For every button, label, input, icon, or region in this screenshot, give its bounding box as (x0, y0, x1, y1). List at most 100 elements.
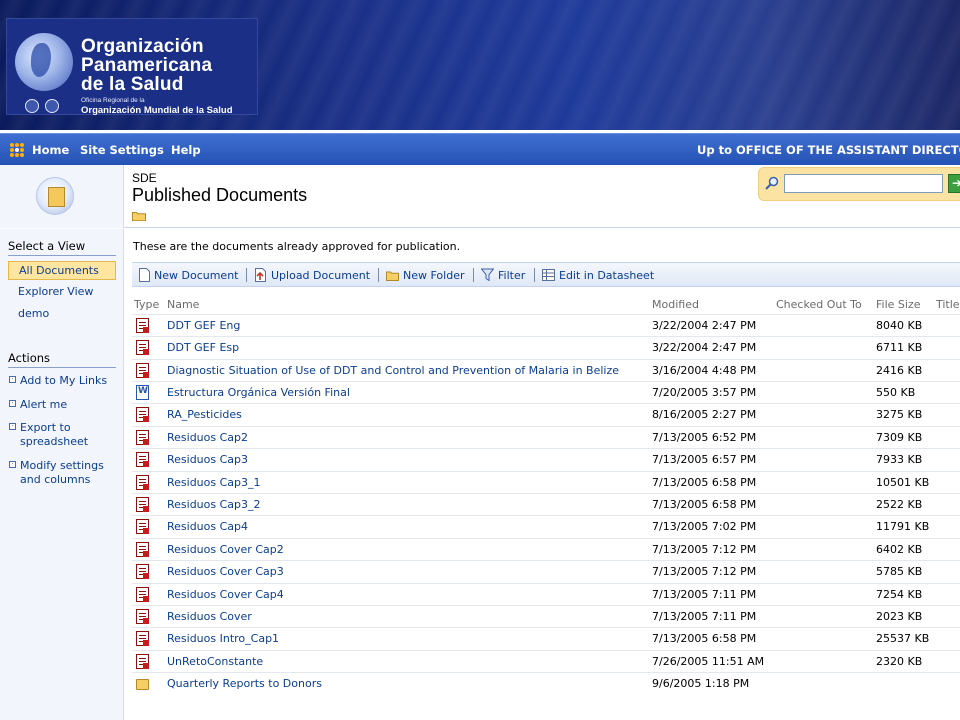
folder-icon[interactable] (136, 679, 149, 690)
view-demo[interactable]: demo (8, 307, 116, 321)
paho-logo[interactable]: Organización Panamericana de la Salud Of… (6, 18, 258, 116)
document-link[interactable]: Diagnostic Situation of Use of DDT and C… (167, 364, 619, 377)
modified-date: 8/16/2005 2:27 PM (652, 408, 757, 421)
divider (8, 255, 116, 256)
upload-document-button[interactable]: Upload Document (271, 269, 370, 282)
table-row: Residuos Cap3 7/13/2005 6:57 PM 7933 KB (132, 448, 960, 470)
modified-date: 9/6/2005 1:18 PM (652, 677, 750, 690)
document-link[interactable]: Residuos Cover Cap2 (167, 543, 284, 556)
actions-heading: Actions (8, 351, 51, 365)
word-document-icon[interactable] (136, 385, 149, 400)
pdf-icon[interactable] (136, 609, 149, 624)
action-label: Modify settings and columns (20, 459, 104, 486)
datasheet-icon (542, 269, 555, 281)
action-bullet-icon: · (9, 400, 16, 407)
logo-text-line1: Organización (81, 36, 204, 57)
modified-date: 7/13/2005 7:02 PM (652, 520, 757, 533)
pdf-icon[interactable] (136, 542, 149, 557)
view-explorer[interactable]: Explorer View (8, 285, 116, 299)
pdf-icon[interactable] (136, 407, 149, 422)
filter-button[interactable]: Filter (498, 269, 525, 282)
upload-icon (255, 268, 266, 282)
site-name[interactable]: SDE (132, 171, 157, 185)
document-link[interactable]: Estructura Orgánica Versión Final (167, 386, 350, 399)
modified-date: 3/16/2004 4:48 PM (652, 364, 757, 377)
pdf-icon[interactable] (136, 497, 149, 512)
document-link[interactable]: Residuos Cap4 (167, 520, 248, 533)
sharepoint-grid-icon (10, 143, 24, 157)
pdf-icon[interactable] (136, 430, 149, 445)
file-size: 2023 KB (876, 610, 923, 623)
column-header-modified[interactable]: Modified (652, 298, 699, 311)
search-input[interactable] (784, 174, 943, 193)
pdf-icon[interactable] (136, 318, 149, 333)
table-row: Quarterly Reports to Donors 9/6/2005 1:18… (132, 672, 960, 694)
document-link[interactable]: Residuos Cap3_2 (167, 498, 261, 511)
pdf-icon[interactable] (136, 452, 149, 467)
file-size: 2522 KB (876, 498, 923, 511)
logo-who-text: Organización Mundial de la Salud (81, 105, 233, 116)
document-link[interactable]: Residuos Cover Cap4 (167, 588, 284, 601)
column-header-checked-out-to[interactable]: Checked Out To (776, 298, 862, 311)
logo-text-line2: Panamericana (81, 55, 213, 76)
document-link[interactable]: Residuos Cover (167, 610, 252, 623)
pdf-icon[interactable] (136, 631, 149, 646)
document-link[interactable]: Residuos Cap3_1 (167, 476, 261, 489)
folder-link[interactable]: Quarterly Reports to Donors (167, 677, 322, 690)
nav-site-settings-link[interactable]: Site Settings (80, 143, 164, 157)
document-link[interactable]: DDT GEF Eng (167, 319, 240, 332)
column-header-type[interactable]: Type (134, 298, 159, 311)
search-panel: ➔ (758, 167, 960, 201)
divider (8, 367, 116, 368)
document-link[interactable]: Residuos Intro_Cap1 (167, 632, 279, 645)
edit-in-datasheet-button[interactable]: Edit in Datasheet (559, 269, 654, 282)
document-link[interactable]: Residuos Cap3 (167, 453, 248, 466)
table-row: DDT GEF Esp 3/22/2004 2:47 PM 6711 KB (132, 336, 960, 358)
pdf-icon[interactable] (136, 587, 149, 602)
folder-icon[interactable] (132, 211, 146, 221)
table-row: Residuos Cover 7/13/2005 7:11 PM 2023 KB (132, 605, 960, 627)
column-header-file-size[interactable]: File Size (876, 298, 920, 311)
table-row: Residuos Cap3_1 7/13/2005 6:58 PM 10501 KB (132, 471, 960, 493)
pdf-icon[interactable] (136, 475, 149, 490)
file-size: 2320 KB (876, 655, 923, 668)
modified-date: 7/13/2005 6:58 PM (652, 498, 757, 511)
filter-icon (481, 268, 494, 282)
new-folder-button[interactable]: New Folder (403, 269, 464, 282)
modified-date: 7/13/2005 6:58 PM (652, 632, 757, 645)
nav-help-link[interactable]: Help (171, 143, 201, 157)
table-row: Residuos Cap4 7/13/2005 7:02 PM 11791 KB (132, 515, 960, 537)
nav-home-link[interactable]: Home (32, 143, 69, 157)
pdf-icon[interactable] (136, 564, 149, 579)
column-header-name[interactable]: Name (167, 298, 199, 311)
search-go-button[interactable]: ➔ (948, 174, 960, 193)
pdf-icon[interactable] (136, 654, 149, 669)
pdf-icon[interactable] (136, 340, 149, 355)
document-link[interactable]: DDT GEF Esp (167, 341, 239, 354)
table-row: Residuos Cap3_2 7/13/2005 6:58 PM 2522 KB (132, 493, 960, 515)
document-link[interactable]: UnRetoConstante (167, 655, 263, 668)
action-modify-settings[interactable]: · Modify settings and columns (8, 459, 120, 487)
column-header-title[interactable]: Title (936, 298, 960, 311)
page-title: Published Documents (132, 185, 308, 205)
modified-date: 7/13/2005 7:12 PM (652, 543, 757, 556)
action-alert-me[interactable]: · Alert me (8, 398, 120, 412)
logo-office-text: Oficina Regional de la (81, 97, 145, 104)
document-link[interactable]: RA_Pesticides (167, 408, 242, 421)
action-export-to-spreadsheet[interactable]: · Export to spreadsheet (8, 421, 120, 449)
file-size: 6711 KB (876, 341, 923, 354)
search-icon (765, 176, 779, 190)
toolbar-separator (246, 268, 247, 282)
nav-up-to-parent-link[interactable]: Up to OFFICE OF THE ASSISTANT DIRECTO (697, 143, 960, 157)
modified-date: 3/22/2004 2:47 PM (652, 319, 757, 332)
pdf-icon[interactable] (136, 363, 149, 378)
document-link[interactable]: Residuos Cover Cap3 (167, 565, 284, 578)
new-document-button[interactable]: New Document (154, 269, 238, 282)
table-row: Estructura Orgánica Versión Final 7/20/20… (132, 381, 960, 403)
file-size: 11791 KB (876, 520, 930, 533)
document-link[interactable]: Residuos Cap2 (167, 431, 248, 444)
file-size: 7933 KB (876, 453, 923, 466)
view-all-documents[interactable]: All Documents (8, 261, 116, 280)
pdf-icon[interactable] (136, 519, 149, 534)
action-add-to-my-links[interactable]: · Add to My Links (8, 374, 120, 388)
